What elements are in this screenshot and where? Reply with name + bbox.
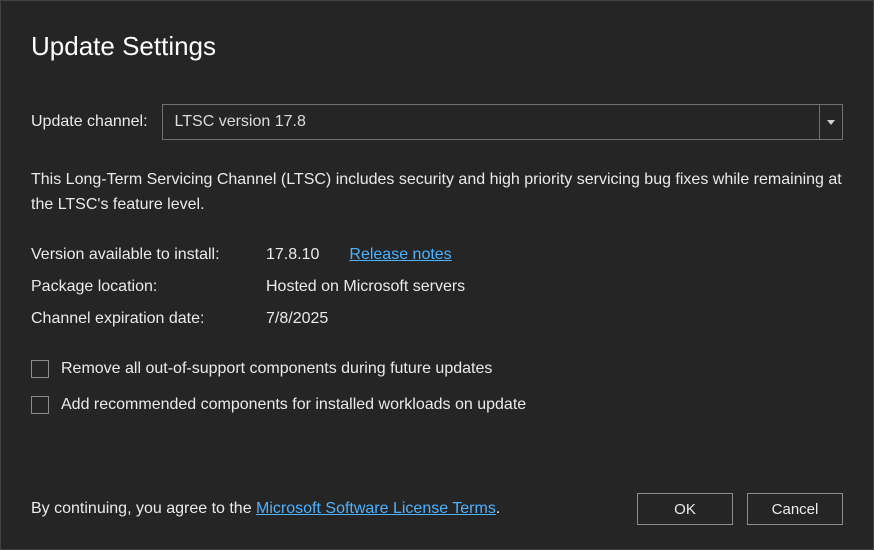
info-grid: Version available to install: 17.8.10 Re… <box>31 246 843 328</box>
update-settings-dialog: Update Settings Update channel: LTSC ver… <box>0 0 874 550</box>
license-agreement-prefix: By continuing, you agree to the <box>31 500 256 517</box>
license-agreement-text: By continuing, you agree to the Microsof… <box>31 500 500 518</box>
cancel-button[interactable]: Cancel <box>747 493 843 525</box>
channel-description: This Long-Term Servicing Channel (LTSC) … <box>31 168 843 218</box>
add-recommended-label: Add recommended components for installed… <box>61 396 526 414</box>
version-available-value-row: 17.8.10 Release notes <box>266 246 843 264</box>
update-channel-select[interactable]: LTSC version 17.8 <box>162 104 843 140</box>
chevron-down-icon[interactable] <box>819 104 843 140</box>
page-title: Update Settings <box>31 31 843 62</box>
package-location-value: Hosted on Microsoft servers <box>266 278 843 296</box>
update-channel-row: Update channel: LTSC version 17.8 <box>31 104 843 140</box>
version-available-label: Version available to install: <box>31 246 256 264</box>
add-recommended-option[interactable]: Add recommended components for installed… <box>31 396 843 414</box>
package-location-label: Package location: <box>31 278 256 296</box>
channel-expiration-value: 7/8/2025 <box>266 310 843 328</box>
add-recommended-checkbox[interactable] <box>31 396 49 414</box>
remove-components-label: Remove all out-of-support components dur… <box>61 360 492 378</box>
update-channel-selected-value: LTSC version 17.8 <box>162 104 819 140</box>
remove-components-option[interactable]: Remove all out-of-support components dur… <box>31 360 843 378</box>
update-channel-label: Update channel: <box>31 113 148 131</box>
dialog-buttons: OK Cancel <box>637 493 843 525</box>
channel-expiration-label: Channel expiration date: <box>31 310 256 328</box>
license-agreement-suffix: . <box>496 500 500 517</box>
release-notes-link[interactable]: Release notes <box>349 246 451 264</box>
dialog-footer: By continuing, you agree to the Microsof… <box>31 493 843 525</box>
remove-components-checkbox[interactable] <box>31 360 49 378</box>
ok-button[interactable]: OK <box>637 493 733 525</box>
license-terms-link[interactable]: Microsoft Software License Terms <box>256 500 496 517</box>
version-available-value: 17.8.10 <box>266 246 319 264</box>
